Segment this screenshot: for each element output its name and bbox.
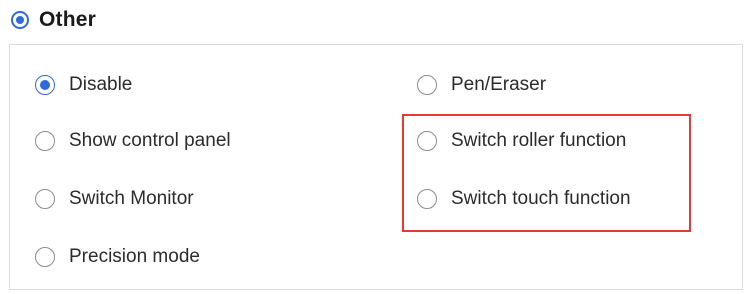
- option-show-control-panel-label: Show control panel: [69, 130, 231, 151]
- option-switch-monitor[interactable]: Switch Monitor: [35, 187, 194, 211]
- option-switch-roller-function-label: Switch roller function: [451, 130, 627, 151]
- other-section-radio-icon[interactable]: [11, 11, 29, 29]
- radio-unchecked-icon[interactable]: [35, 247, 55, 267]
- radio-unchecked-icon[interactable]: [417, 189, 437, 209]
- option-switch-touch-function[interactable]: Switch touch function: [417, 187, 631, 211]
- radio-unchecked-icon[interactable]: [35, 189, 55, 209]
- radio-unchecked-icon[interactable]: [35, 131, 55, 151]
- other-section-header[interactable]: Other: [11, 6, 96, 34]
- option-switch-touch-function-label: Switch touch function: [451, 188, 631, 209]
- radio-unchecked-icon[interactable]: [417, 131, 437, 151]
- option-precision-mode[interactable]: Precision mode: [35, 245, 200, 269]
- other-settings-panel: Other Disable Show control panel Switch …: [0, 0, 747, 294]
- option-switch-monitor-label: Switch Monitor: [69, 188, 194, 209]
- section-title: Other: [39, 8, 97, 31]
- radio-checked-icon[interactable]: [35, 75, 55, 95]
- option-pen-eraser-label: Pen/Eraser: [451, 74, 547, 95]
- option-pen-eraser[interactable]: Pen/Eraser: [417, 73, 546, 97]
- option-disable-label: Disable: [69, 74, 133, 95]
- option-precision-mode-label: Precision mode: [69, 246, 200, 267]
- option-show-control-panel[interactable]: Show control panel: [35, 129, 231, 153]
- radio-unchecked-icon[interactable]: [417, 75, 437, 95]
- option-disable[interactable]: Disable: [35, 73, 132, 97]
- option-switch-roller-function[interactable]: Switch roller function: [417, 129, 626, 153]
